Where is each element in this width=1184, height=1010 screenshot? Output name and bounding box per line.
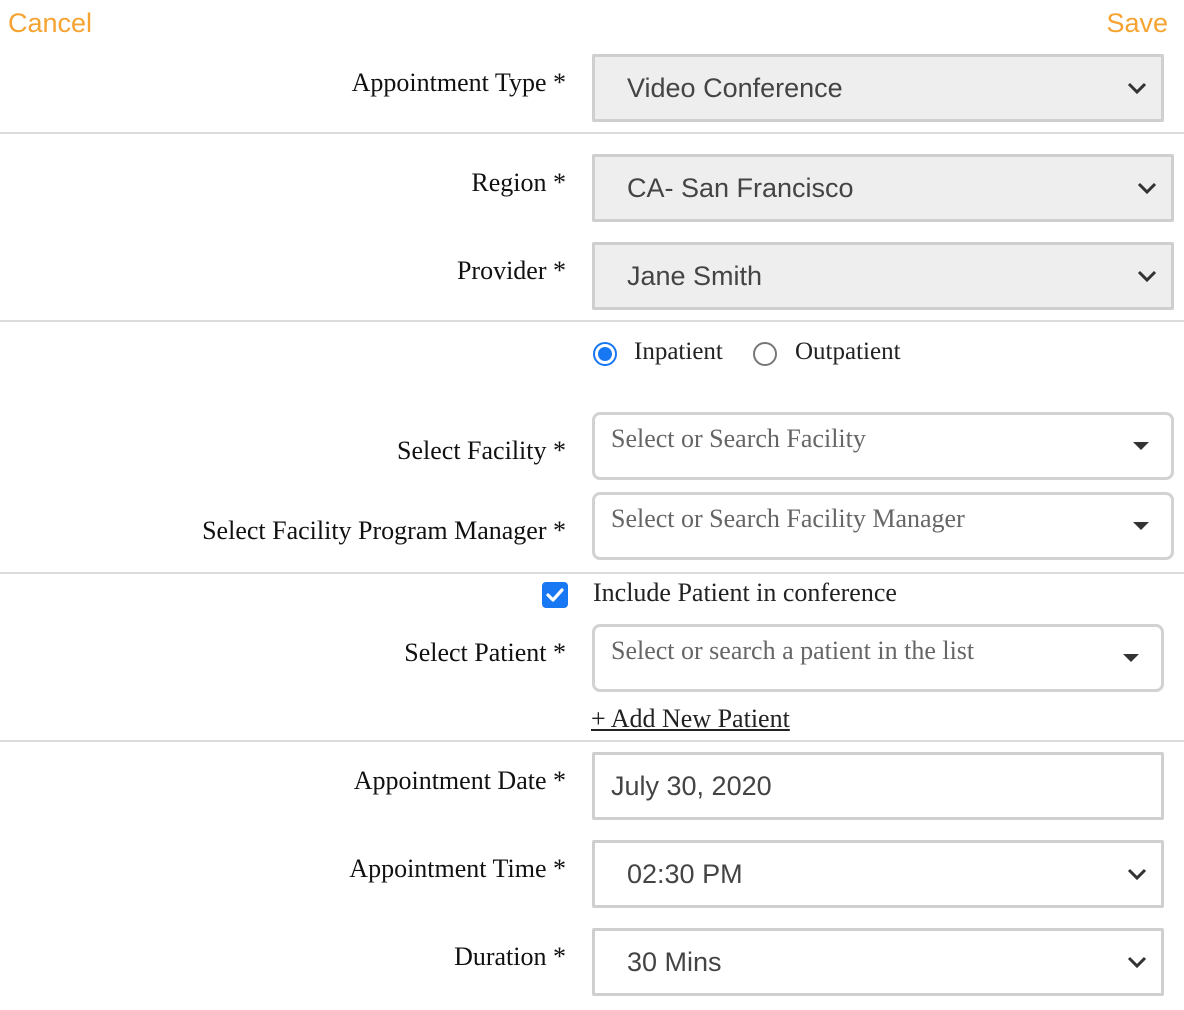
include-patient-checkbox[interactable] [542,582,568,608]
facility-placeholder: Select or Search Facility [611,424,866,453]
facility-manager-label: Select Facility Program Manager * [202,516,566,545]
section-divider [0,740,1184,742]
caret-down-icon [1133,442,1149,450]
provider-select[interactable]: Jane Smith [592,242,1174,310]
inpatient-label: Inpatient [634,338,723,365]
appointment-date-label: Appointment Date * [353,766,566,795]
region-value: CA- San Francisco [627,172,854,203]
facility-combobox[interactable]: Select or Search Facility [592,412,1174,480]
appointment-time-label: Appointment Time * [349,854,566,883]
cancel-button[interactable]: Cancel [8,8,92,39]
select-facility-label: Select Facility * [397,436,566,465]
appointment-type-label: Appointment Type * [351,68,566,97]
region-label: Region * [471,168,566,197]
appointment-date-field[interactable]: July 30, 2020 [592,752,1164,820]
duration-value: 30 Mins [627,946,722,977]
inpatient-radio[interactable] [593,342,617,366]
patient-placeholder: Select or search a patient in the list [611,636,975,665]
duration-label: Duration * [454,942,566,971]
add-new-patient-link[interactable]: + Add New Patient [591,704,790,734]
include-patient-label: Include Patient in conference [593,578,897,607]
appointment-time-value: 02:30 PM [627,858,743,889]
section-divider [0,320,1184,322]
select-patient-label: Select Patient * [404,638,566,667]
caret-down-icon [1123,654,1139,662]
chevron-down-icon [1137,182,1157,194]
chevron-down-icon [1137,270,1157,282]
chevron-down-icon [1127,868,1147,880]
section-divider [0,132,1184,134]
appointment-type-value: Video Conference [627,72,843,103]
provider-label: Provider * [456,256,566,285]
facility-manager-placeholder: Select or Search Facility Manager [611,504,965,533]
duration-select[interactable]: 30 Mins [592,928,1164,996]
region-select[interactable]: CA- San Francisco [592,154,1174,222]
chevron-down-icon [1127,956,1147,968]
appointment-time-select[interactable]: 02:30 PM [592,840,1164,908]
facility-manager-combobox[interactable]: Select or Search Facility Manager [592,492,1174,560]
provider-value: Jane Smith [627,260,763,291]
chevron-down-icon [1127,82,1147,94]
outpatient-label: Outpatient [795,338,901,365]
patient-combobox[interactable]: Select or search a patient in the list [592,624,1164,692]
appointment-date-value: July 30, 2020 [611,770,772,801]
outpatient-radio[interactable] [753,342,777,366]
caret-down-icon [1133,522,1149,530]
section-divider [0,572,1184,574]
save-button[interactable]: Save [1106,8,1168,39]
checkmark-icon [546,588,564,602]
appointment-type-select[interactable]: Video Conference [592,54,1164,122]
